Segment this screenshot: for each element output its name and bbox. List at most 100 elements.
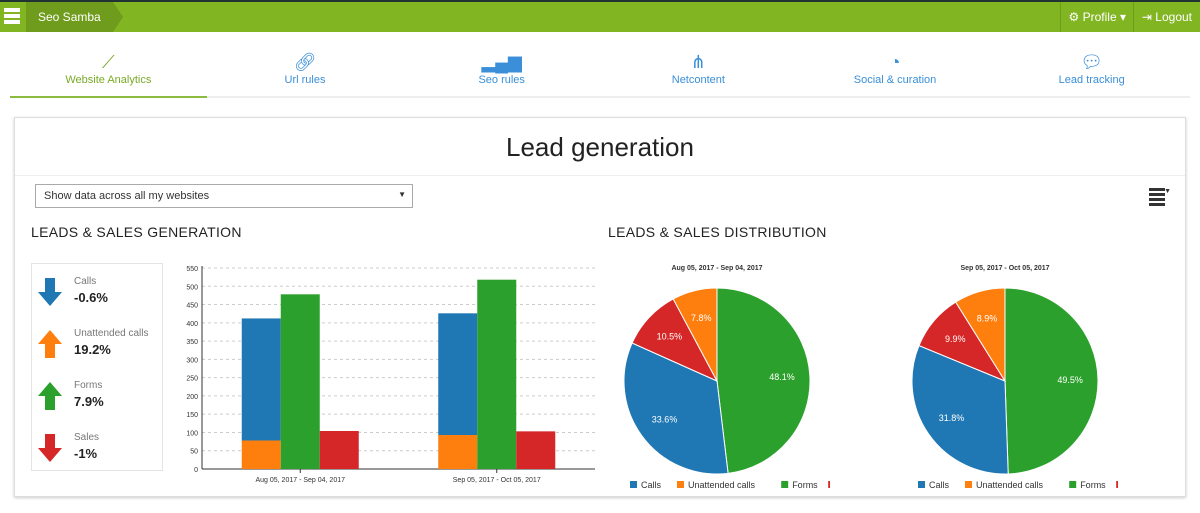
pie-icon: ◔ — [889, 52, 901, 72]
tab-label: Netcontent — [671, 74, 725, 86]
bar-sales — [319, 430, 359, 469]
tab-seo-rules[interactable]: ▂▄▆ Seo rules — [403, 50, 600, 96]
y-tick-label: 0 — [194, 467, 198, 474]
tab-lead-tracking[interactable]: 💬︎ Lead tracking — [993, 50, 1190, 96]
legend-label: Unattended calls — [976, 480, 1044, 490]
pie-slice-label: 9.9% — [945, 334, 966, 344]
tab-website-analytics[interactable]: ⟋ Website Analytics — [10, 50, 207, 98]
top-navbar: Seo Samba ⚙ Profile ▾ ⇥ Logout — [0, 0, 1200, 32]
profile-label: Profile — [1082, 10, 1117, 24]
bar-calls — [438, 313, 478, 436]
trend-icon: ⟋ — [102, 52, 115, 72]
generation-heading: LEADS & SALES GENERATION — [31, 224, 242, 240]
caret-down-icon: ▼ — [398, 190, 406, 199]
menu-icon[interactable] — [4, 8, 20, 26]
y-tick-label: 350 — [186, 339, 198, 346]
distribution-heading: LEADS & SALES DISTRIBUTION — [608, 224, 827, 240]
y-tick-label: 100 — [186, 430, 198, 437]
y-tick-label: 300 — [186, 357, 198, 364]
tab-url-rules[interactable]: 🔗︎ Url rules — [207, 50, 404, 96]
page-title: Lead generation — [15, 132, 1185, 176]
network-icon: ⋔ — [690, 52, 706, 72]
legend-swatch — [677, 481, 684, 488]
pie-chart-2: Sep 05, 2017 - Oct 05, 2017 49.5% 31.8% 9.9… — [911, 265, 1118, 490]
bar-calls — [241, 318, 281, 441]
pie-slice-forms — [1004, 287, 1099, 475]
tab-social-curation[interactable]: ◔ Social & curation — [797, 50, 994, 96]
legend-swatch — [1069, 481, 1077, 488]
tab-label: Url rules — [284, 74, 326, 86]
pie-slice-label: 49.5% — [1057, 375, 1083, 385]
legend-swatch — [965, 481, 972, 488]
legend-label: Forms — [792, 480, 818, 490]
bar-sales — [516, 431, 556, 469]
y-tick-label: 150 — [186, 412, 198, 419]
logout-label: Logout — [1155, 10, 1192, 24]
x-tick-label: Sep 05, 2017 - Oct 05, 2017 — [453, 477, 541, 484]
website-select[interactable]: Show data across all my websites ▼ — [35, 184, 413, 208]
arrow-down-icon — [38, 278, 62, 306]
pie-title: Sep 05, 2017 - Oct 05, 2017 — [960, 265, 1049, 272]
logout-button[interactable]: ⇥ Logout — [1132, 2, 1200, 32]
bar-chart: 0 50 100 150 200 250 300 350 400 450 500 550 Aug 05,… — [186, 266, 595, 484]
lead-generation-panel: Lead generation Show data across all my … — [14, 117, 1186, 497]
bar-forms — [280, 294, 320, 469]
tab-label: Social & curation — [853, 74, 937, 86]
pie-slice-label: 31.8% — [939, 413, 965, 423]
module-tabs: ⟋ Website Analytics 🔗︎ Url rules ▂▄▆ Seo ru… — [10, 50, 1190, 98]
tab-label: Website Analytics — [65, 74, 152, 86]
kpi-calls: Calls -0.6% — [32, 270, 162, 320]
y-tick-label: 550 — [186, 266, 198, 273]
tab-label: Lead tracking — [1058, 74, 1125, 86]
arrow-up-icon — [38, 330, 62, 358]
kpi-label: Calls — [74, 276, 97, 287]
kpi-label: Unattended calls — [74, 328, 149, 339]
bar-chart-icon: ▂▄▆ — [481, 52, 522, 72]
pie-slice-label: 7.8% — [691, 313, 712, 323]
kpi-value: -0.6% — [74, 290, 108, 305]
pie-chart-1: Aug 05, 2017 - Sep 04, 2017 48.1% 33.6% 10.… — [623, 265, 830, 490]
x-tick-label: Aug 05, 2017 - Sep 04, 2017 — [255, 477, 345, 484]
legend-swatch — [918, 481, 925, 488]
kpi-list: Calls -0.6% Unattended calls 19.2% Forms 7.9%… — [31, 263, 163, 471]
profile-menu[interactable]: ⚙ Profile ▾ — [1059, 2, 1134, 32]
bar-unattended-calls — [438, 435, 478, 469]
bar-unattended-calls — [241, 440, 281, 469]
pie-slice-label: 48.1% — [769, 372, 795, 382]
kpi-label: Sales — [74, 432, 100, 443]
kpi-forms: Forms 7.9% — [32, 374, 162, 424]
link-icon: 🔗︎ — [293, 52, 317, 72]
pie-slice-forms — [716, 287, 811, 474]
y-tick-label: 450 — [186, 303, 198, 310]
export-menu-icon[interactable]: ▼ — [1149, 188, 1171, 208]
pie-slice-label: 10.5% — [657, 332, 683, 342]
y-tick-label: 400 — [186, 321, 198, 328]
tab-label: Seo rules — [478, 74, 525, 86]
legend-swatch — [630, 481, 637, 488]
pie-slice-label: 8.9% — [977, 313, 998, 323]
legend-swatch — [828, 481, 830, 488]
pie-title: Aug 05, 2017 - Sep 04, 2017 — [671, 265, 762, 272]
legend-label: Forms — [1080, 480, 1106, 490]
arrow-down-icon — [38, 434, 62, 462]
y-tick-label: 250 — [186, 376, 198, 383]
y-tick-label: 200 — [186, 394, 198, 401]
y-tick-label: 50 — [190, 449, 198, 456]
legend-label: Calls — [929, 480, 950, 490]
bar-forms — [477, 279, 517, 469]
legend-swatch — [781, 481, 789, 488]
kpi-unattended-calls: Unattended calls 19.2% — [32, 322, 162, 372]
tab-netcontent[interactable]: ⋔ Netcontent — [600, 50, 797, 96]
kpi-sales: Sales -1% — [32, 426, 162, 476]
pie-slice-label: 33.6% — [652, 415, 678, 425]
kpi-value: 19.2% — [74, 342, 111, 357]
legend-swatch — [1116, 481, 1118, 488]
brand-link[interactable]: Seo Samba — [26, 2, 123, 32]
kpi-label: Forms — [74, 380, 103, 391]
y-tick-label: 500 — [186, 284, 198, 291]
legend-label: Unattended calls — [688, 480, 756, 490]
legend-label: Calls — [641, 480, 662, 490]
select-value: Show data across all my websites — [44, 190, 210, 202]
sms-icon: 💬︎ — [1080, 52, 1104, 72]
kpi-value: -1% — [74, 446, 98, 461]
